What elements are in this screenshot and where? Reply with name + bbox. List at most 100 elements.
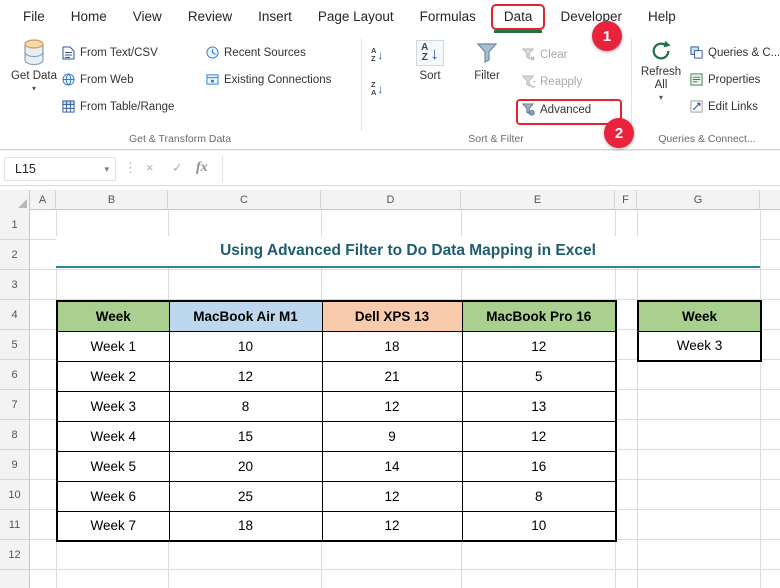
tab-developer[interactable]: Developer [547,0,635,33]
ribbon: Get Data ▾ From Text/CSV From Web From T… [0,33,780,150]
cell[interactable]: Week 7 [57,511,169,541]
formula-bar: L15 ▾ ⋮ × ✓ fx [0,150,780,186]
row-header-1[interactable]: 1 [0,210,29,240]
cell[interactable]: 12 [169,361,322,391]
step-2-callout: 2 [604,118,634,148]
row-header-5[interactable]: 5 [0,330,29,360]
column-header-c[interactable]: C [168,190,321,210]
sort-button[interactable]: AZ ↓ Sort [404,38,456,83]
from-table-range-label: From Table/Range [80,101,174,113]
header-cell-macbook-pro[interactable]: MacBook Pro 16 [462,301,616,331]
row-header-6[interactable]: 6 [0,360,29,390]
sort-icon: AZ ↓ [416,38,444,68]
column-header-a[interactable]: A [30,190,56,210]
column-header-d[interactable]: D [321,190,461,210]
queries-connections-button[interactable]: Queries & C... [690,46,780,59]
from-web-button[interactable]: From Web [62,73,133,86]
criteria-header-cell[interactable]: Week [638,301,761,331]
sheet-title[interactable]: Using Advanced Filter to Do Data Mapping… [56,236,760,268]
column-header-g[interactable]: G [637,190,760,210]
cell[interactable]: 21 [322,361,462,391]
row-header-3[interactable]: 3 [0,270,29,300]
header-cell-week[interactable]: Week [57,301,169,331]
column-header-e[interactable]: E [461,190,615,210]
row-header-7[interactable]: 7 [0,390,29,420]
name-box-value: L15 [15,162,36,176]
cell[interactable]: 25 [169,481,322,511]
cell[interactable]: 14 [322,451,462,481]
cell[interactable]: Week 3 [57,391,169,421]
caret-down-icon: ▾ [32,85,36,93]
cell[interactable]: 18 [322,331,462,361]
cell[interactable]: 16 [462,451,616,481]
insert-function-icon[interactable]: fx [196,160,208,176]
row-header-2[interactable]: 2 [0,240,29,270]
tab-home[interactable]: Home [58,0,120,33]
cell[interactable]: 8 [169,391,322,421]
properties-button[interactable]: Properties [690,73,760,86]
cell[interactable]: 10 [462,511,616,541]
cell[interactable]: Week 4 [57,421,169,451]
cell[interactable]: 13 [462,391,616,421]
header-cell-dell-xps[interactable]: Dell XPS 13 [322,301,462,331]
row-header-4[interactable]: 4 [0,300,29,330]
cell[interactable]: 20 [169,451,322,481]
row-header-12[interactable]: 12 [0,540,29,570]
filter-button[interactable]: Filter [462,38,512,83]
column-header-f[interactable]: F [615,190,637,210]
tab-insert[interactable]: Insert [245,0,305,33]
cell[interactable]: 18 [169,511,322,541]
tab-view[interactable]: View [120,0,175,33]
tab-formulas[interactable]: Formulas [407,0,489,33]
cell[interactable]: 5 [462,361,616,391]
cell[interactable]: 12 [322,391,462,421]
criteria-value-cell[interactable]: Week 3 [638,331,761,361]
name-box[interactable]: L15 ▾ [4,157,116,181]
row-header-9[interactable]: 9 [0,450,29,480]
from-text-csv-button[interactable]: From Text/CSV [62,46,158,60]
arrow-down-icon: ↓ [377,49,383,61]
sort-az-button[interactable]: AZ ↓ [371,47,383,62]
recent-sources-button[interactable]: Recent Sources [206,46,306,59]
cell[interactable]: 8 [462,481,616,511]
existing-connections-button[interactable]: Existing Connections [206,73,331,86]
sort-za-button[interactable]: ZA ↓ [371,81,383,96]
tab-data[interactable]: Data [491,4,546,30]
criteria-value-row: Week 3 [638,331,761,361]
existing-connections-icon [206,73,219,86]
row-header-10[interactable]: 10 [0,480,29,510]
queries-connections-icon [690,46,703,59]
edit-links-button[interactable]: Edit Links [690,100,758,113]
row-header-partial [0,570,29,587]
cell[interactable]: 15 [169,421,322,451]
caret-down-icon: ▾ [659,94,663,102]
cell[interactable]: 12 [462,421,616,451]
refresh-all-button[interactable]: Refresh All ▾ [636,38,686,102]
tab-file[interactable]: File [10,0,58,33]
column-header-b[interactable]: B [56,190,168,210]
tab-help[interactable]: Help [635,0,689,33]
cell[interactable]: Week 5 [57,451,169,481]
cell[interactable]: 9 [322,421,462,451]
select-all-button[interactable] [0,190,30,210]
cell[interactable]: Week 6 [57,481,169,511]
get-data-label: Get Data [11,70,57,83]
cell[interactable]: 12 [322,511,462,541]
group-label-queries-connections: Queries & Connect... [634,133,780,145]
tab-review[interactable]: Review [175,0,245,33]
cell[interactable]: 10 [169,331,322,361]
cell[interactable]: Week 1 [57,331,169,361]
from-text-csv-label: From Text/CSV [80,47,158,59]
tab-page-layout[interactable]: Page Layout [305,0,407,33]
name-box-dropdown-icon[interactable]: ▾ [104,164,115,175]
table-row: Week 4 15 9 12 [57,421,616,451]
cell[interactable]: Week 2 [57,361,169,391]
from-table-range-button[interactable]: From Table/Range [62,100,174,113]
row-header-8[interactable]: 8 [0,420,29,450]
get-data-button[interactable]: Get Data ▾ [8,38,60,93]
row-header-11[interactable]: 11 [0,510,29,540]
cell[interactable]: 12 [462,331,616,361]
formula-input[interactable] [224,156,776,182]
cell[interactable]: 12 [322,481,462,511]
header-cell-macbook-air[interactable]: MacBook Air M1 [169,301,322,331]
